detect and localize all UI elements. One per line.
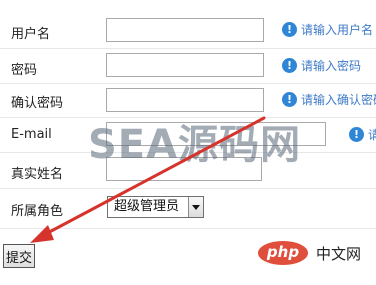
confirm-password-input[interactable] bbox=[106, 88, 264, 112]
email-label: E-mail bbox=[11, 127, 52, 142]
info-icon: ! bbox=[282, 58, 297, 73]
email-hint-text: 请 bbox=[368, 128, 376, 142]
confirm-password-hint: ! 请输入确认密码 bbox=[282, 91, 376, 108]
password-hint: ! 请输入密码 bbox=[282, 57, 361, 74]
site-name: 中文网 bbox=[316, 244, 362, 263]
username-input[interactable] bbox=[106, 18, 264, 42]
role-label: 所属角色 bbox=[11, 204, 64, 219]
user-form: 用户名 ! 请输入用户名 密码 ! 请输入密码 确认密码 ! 请输入确认密码 E… bbox=[0, 0, 376, 285]
watermark: SEA源码网 bbox=[88, 122, 302, 168]
php-badge: php bbox=[258, 241, 308, 265]
confirm-password-label: 确认密码 bbox=[11, 96, 64, 111]
password-input[interactable] bbox=[106, 53, 264, 77]
confirm-password-hint-text: 请输入确认密码 bbox=[301, 93, 376, 107]
username-label: 用户名 bbox=[11, 27, 51, 42]
role-select[interactable]: 超级管理员 bbox=[107, 196, 204, 218]
password-hint-text: 请输入密码 bbox=[301, 59, 362, 73]
info-icon: ! bbox=[282, 92, 297, 107]
password-label: 密码 bbox=[11, 63, 38, 78]
username-hint-text: 请输入用户名 bbox=[301, 23, 374, 37]
info-icon: ! bbox=[282, 22, 297, 37]
row-divider bbox=[0, 83, 376, 84]
row-divider bbox=[0, 228, 376, 229]
submit-button[interactable]: 提交 bbox=[3, 244, 35, 268]
role-select-value: 超级管理员 bbox=[114, 199, 180, 214]
row-divider bbox=[0, 48, 376, 49]
row-divider bbox=[0, 188, 376, 189]
username-hint: ! 请输入用户名 bbox=[282, 21, 373, 38]
php-logo: php 中文网 bbox=[258, 241, 361, 265]
dropdown-arrow-icon[interactable] bbox=[188, 197, 203, 217]
info-icon: ! bbox=[349, 127, 364, 142]
email-hint: ! 请 bbox=[349, 126, 376, 143]
real-name-label: 真实姓名 bbox=[11, 167, 64, 182]
